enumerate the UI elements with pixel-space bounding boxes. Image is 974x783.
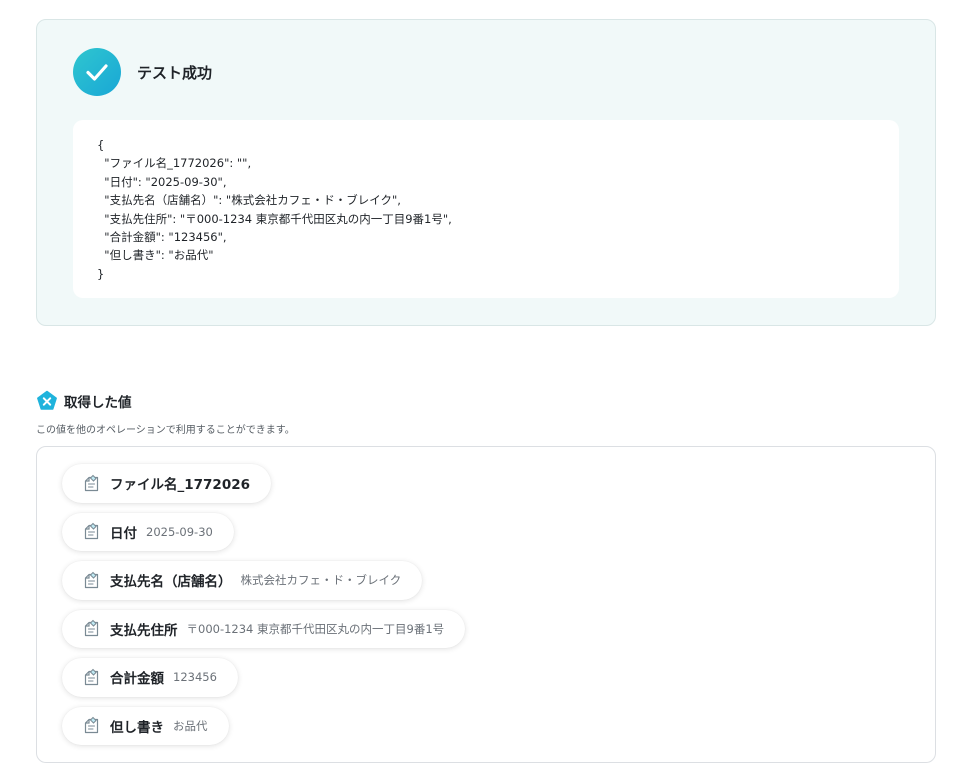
acquired-values-title: 取得した値	[64, 395, 132, 411]
json-line: "日付": "2025-09-30",	[97, 174, 227, 189]
acquired-values-panel: ファイル名_1772026 日付 2025-09-30 支払先名（店舗名） 株式…	[36, 446, 936, 763]
value-chip-value: 株式会社カフェ・ド・ブレイク	[240, 573, 402, 588]
acquired-values-header: 取得した値	[36, 390, 132, 412]
value-chip-label: ファイル名_1772026	[110, 477, 251, 494]
value-chip-label: 支払先住所	[110, 622, 178, 639]
value-chip-label: 支払先名（店舗名）	[110, 574, 232, 591]
json-line: "支払先住所": "〒000-1234 東京都千代田区丸の内一丁目9番1号",	[97, 211, 452, 226]
acquired-values-description: この値を他のオペレーションで利用することができます。	[36, 425, 295, 436]
value-chip-label: 合計金額	[110, 671, 164, 688]
value-chip-value: お品代	[173, 718, 208, 733]
variable-tag-icon	[84, 620, 99, 637]
json-line: "但し書き": "お品代"	[97, 248, 214, 263]
value-chip-date[interactable]: 日付 2025-09-30	[62, 512, 234, 551]
value-chip-filename[interactable]: ファイル名_1772026	[62, 464, 272, 503]
value-chip-payee-address[interactable]: 支払先住所 〒000-1234 東京都千代田区丸の内一丁目9番1号	[62, 609, 466, 648]
test-result-panel: テスト成功 { "ファイル名_1772026": "", "日付": "2025…	[36, 19, 936, 326]
value-chip-value: 2025-09-30	[146, 524, 213, 539]
variable-tag-icon	[84, 523, 99, 540]
value-chip-label: 但し書き	[110, 719, 164, 736]
json-line: "ファイル名_1772026": "",	[97, 156, 252, 171]
value-chip-total-amount[interactable]: 合計金額 123456	[62, 658, 238, 697]
test-result-header: テスト成功	[73, 48, 212, 96]
value-chip-note[interactable]: 但し書き お品代	[62, 706, 229, 745]
json-line: "支払先名（店舗名）": "株式会社カフェ・ド・ブレイク",	[97, 193, 401, 208]
variable-tag-icon	[84, 717, 99, 734]
json-line: "合計金額": "123456",	[97, 230, 227, 245]
value-chip-value: 〒000-1234 東京都千代田区丸の内一丁目9番1号	[186, 621, 445, 636]
value-chip-payee-name[interactable]: 支払先名（店舗名） 株式会社カフェ・ド・ブレイク	[62, 561, 423, 600]
success-badge	[73, 48, 121, 96]
variable-tag-icon	[84, 474, 99, 491]
json-line: {	[97, 138, 105, 152]
json-output: { "ファイル名_1772026": "", "日付": "2025-09-30…	[73, 120, 899, 298]
value-chip-label: 日付	[110, 525, 137, 542]
variable-tag-icon	[84, 668, 99, 685]
value-chip-list: ファイル名_1772026 日付 2025-09-30 支払先名（店舗名） 株式…	[62, 464, 466, 745]
test-result-title: テスト成功	[137, 63, 213, 82]
json-line: }	[97, 266, 105, 281]
check-icon	[86, 64, 108, 81]
value-chip-value: 123456	[173, 670, 217, 685]
variable-tag-icon	[84, 571, 99, 588]
variable-x-icon	[37, 390, 57, 410]
